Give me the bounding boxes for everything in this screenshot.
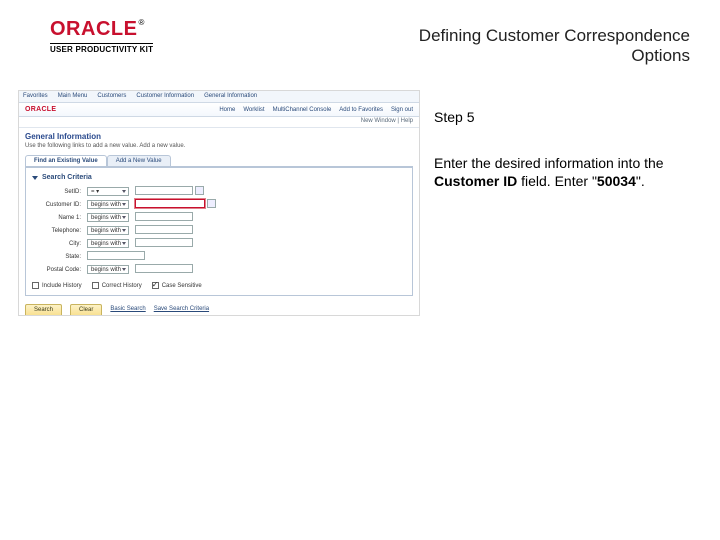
oracle-logo-block: ORACLE® USER PRODUCTIVITY KIT xyxy=(50,18,153,54)
nav-breadcrumb: Favorites Main Menu Customers Customer I… xyxy=(19,91,419,103)
button-row: Search Clear Basic Search Save Search Cr… xyxy=(25,304,413,316)
step-label: Step 5 xyxy=(434,109,474,125)
label-customer-id: Customer ID: xyxy=(32,198,84,211)
case-sensitive-check[interactable]: Case Sensitive xyxy=(152,282,202,289)
nav-item[interactable]: Main Menu xyxy=(58,93,88,102)
step-instruction: Enter the desired information into the C… xyxy=(434,154,676,190)
field-name-bold: Customer ID xyxy=(434,173,517,189)
new-window-help[interactable]: New Window | Help xyxy=(19,117,419,128)
header-link[interactable]: Worklist xyxy=(243,107,264,113)
state-input[interactable] xyxy=(87,251,145,260)
page-title: General Information xyxy=(19,128,419,143)
header-link[interactable]: Add to Favorites xyxy=(339,107,383,113)
page-subtext: Use the following links to add a new val… xyxy=(19,143,419,153)
chevron-down-icon xyxy=(32,176,38,180)
field-state: State: xyxy=(32,250,219,263)
lookup-icon[interactable] xyxy=(207,199,216,208)
oracle-logo: ORACLE® xyxy=(50,18,153,41)
search-form: SetID: = ▾ Customer ID: begins with Name… xyxy=(32,185,219,276)
nav-item[interactable]: Customer Information xyxy=(136,93,194,102)
trademark-symbol: ® xyxy=(138,18,144,27)
nav-item[interactable]: Customers xyxy=(97,93,126,102)
header-link[interactable]: Home xyxy=(219,107,235,113)
city-operator[interactable]: begins with xyxy=(87,239,129,248)
header-link[interactable]: Sign out xyxy=(391,107,413,113)
tab-find-existing[interactable]: Find an Existing Value xyxy=(25,155,107,166)
app-header: ORACLE Home Worklist MultiChannel Consol… xyxy=(19,103,419,117)
save-search-link[interactable]: Save Search Criteria xyxy=(154,304,209,316)
name1-input[interactable] xyxy=(135,212,193,221)
setid-input[interactable] xyxy=(135,186,193,195)
label-postal: Postal Code: xyxy=(32,263,84,276)
label-setid: SetID: xyxy=(32,185,84,198)
search-panel: Search Criteria SetID: = ▾ Customer ID: … xyxy=(25,166,413,296)
search-criteria-toggle[interactable]: Search Criteria xyxy=(32,174,406,181)
label-name1: Name 1: xyxy=(32,211,84,224)
postal-operator[interactable]: begins with xyxy=(87,265,129,274)
city-input[interactable] xyxy=(135,238,193,247)
header-link[interactable]: MultiChannel Console xyxy=(273,107,332,113)
field-city: City: begins with xyxy=(32,237,219,250)
field-name1: Name 1: begins with xyxy=(32,211,219,224)
include-history-check[interactable]: Include History xyxy=(32,282,82,289)
telephone-input[interactable] xyxy=(135,225,193,234)
basic-search-link[interactable]: Basic Search xyxy=(110,304,145,316)
label-state: State: xyxy=(32,250,84,263)
telephone-operator[interactable]: begins with xyxy=(87,226,129,235)
name1-operator[interactable]: begins with xyxy=(87,213,129,222)
options-row: Include History Correct History Case Sen… xyxy=(32,282,406,289)
slide-title: Defining Customer Correspondence Options xyxy=(360,26,690,66)
customer-id-input[interactable] xyxy=(135,199,205,208)
logo-subline: USER PRODUCTIVITY KIT xyxy=(50,43,153,54)
label-telephone: Telephone: xyxy=(32,224,84,237)
tabs: Find an Existing Value Add a New Value xyxy=(25,155,413,166)
tab-add-new[interactable]: Add a New Value xyxy=(107,155,171,166)
field-customer-id: Customer ID: begins with xyxy=(32,198,219,211)
lookup-icon[interactable] xyxy=(195,186,204,195)
setid-operator[interactable]: = ▾ xyxy=(87,187,129,196)
value-bold: 50034 xyxy=(597,173,636,189)
field-setid: SetID: = ▾ xyxy=(32,185,219,198)
clear-button[interactable]: Clear xyxy=(70,304,102,316)
correct-history-check[interactable]: Correct History xyxy=(92,282,142,289)
postal-input[interactable] xyxy=(135,264,193,273)
field-telephone: Telephone: begins with xyxy=(32,224,219,237)
search-button[interactable]: Search xyxy=(25,304,62,316)
field-postal: Postal Code: begins with xyxy=(32,263,219,276)
app-screenshot: Favorites Main Menu Customers Customer I… xyxy=(18,90,420,316)
customer-id-operator[interactable]: begins with xyxy=(87,200,129,209)
nav-item[interactable]: Favorites xyxy=(23,93,48,102)
nav-item[interactable]: General Information xyxy=(204,93,257,102)
app-logo: ORACLE xyxy=(25,106,56,113)
label-city: City: xyxy=(32,237,84,250)
